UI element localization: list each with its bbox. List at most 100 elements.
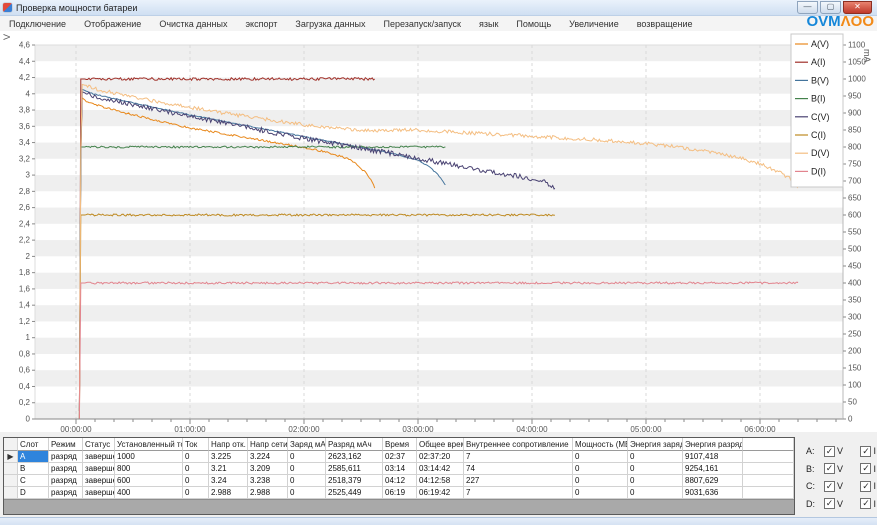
checkbox-d-v[interactable]: ✓ (824, 498, 835, 509)
cell-C-14[interactable]: 8807,629 (683, 475, 743, 487)
table-horizontal-scrollbar[interactable] (4, 499, 794, 514)
column-header-12[interactable]: Внутреннее сопротивление (464, 438, 573, 451)
checkbox-a-v[interactable]: ✓ (824, 446, 835, 457)
cell-C-12[interactable]: 0 (573, 475, 628, 487)
cell-A-14[interactable]: 9107,418 (683, 451, 743, 463)
column-header-14[interactable]: Энергия заряда (628, 438, 683, 451)
table-row-D[interactable]: Dразрядзаверше...40002.9882.98802525,449… (4, 487, 794, 499)
checkbox-b-v[interactable]: ✓ (824, 463, 835, 474)
cell-B-5[interactable]: 3.21 (209, 463, 248, 475)
cell-C-11[interactable]: 227 (464, 475, 573, 487)
cell-A-12[interactable]: 0 (573, 451, 628, 463)
checkbox-d-i[interactable]: ✓ (860, 498, 871, 509)
title-bar[interactable]: Проверка мощности батареи (0, 0, 877, 16)
cell-A-4[interactable]: 0 (183, 451, 209, 463)
menu-item-4[interactable]: экспорт (236, 19, 286, 29)
column-header-3[interactable]: Статус (83, 438, 115, 451)
column-header-10[interactable]: Время (383, 438, 417, 451)
cell-D-7[interactable]: 0 (288, 487, 326, 499)
cell-C-8[interactable]: 2518,379 (326, 475, 383, 487)
cell-C-7[interactable]: 0 (288, 475, 326, 487)
cell-C-13[interactable]: 0 (628, 475, 683, 487)
cell-D-4[interactable]: 0 (183, 487, 209, 499)
cell-C-9[interactable]: 04:12 (383, 475, 417, 487)
cell-B-9[interactable]: 03:14 (383, 463, 417, 475)
cell-C-1[interactable]: разряд (49, 475, 83, 487)
column-header-2[interactable]: Режим (49, 438, 83, 451)
cell-B-14[interactable]: 9254,161 (683, 463, 743, 475)
cell-C-6[interactable]: 3.238 (248, 475, 288, 487)
cell-A-10[interactable]: 02:37:20 (417, 451, 464, 463)
column-header-13[interactable]: Мощность (МВт) - (573, 438, 628, 451)
menu-item-2[interactable]: Отображение (75, 19, 150, 29)
column-header-15[interactable]: Энергия разряда (683, 438, 743, 451)
cell-A-5[interactable]: 3.225 (209, 451, 248, 463)
column-header-1[interactable]: Слот (18, 438, 49, 451)
menu-item-7[interactable]: язык (470, 19, 507, 29)
slot-cell-C[interactable]: C (18, 475, 49, 487)
table-row-C[interactable]: Cразрядзаверше...60003.243.23802518,3790… (4, 475, 794, 487)
menu-item-1[interactable]: Подключение (0, 19, 75, 29)
cell-B-1[interactable]: разряд (49, 463, 83, 475)
checkbox-c-i[interactable]: ✓ (860, 481, 871, 492)
cell-B-13[interactable]: 0 (628, 463, 683, 475)
cell-D-12[interactable]: 0 (573, 487, 628, 499)
column-header-5[interactable]: Ток (183, 438, 209, 451)
cell-D-13[interactable]: 0 (628, 487, 683, 499)
cell-A-2[interactable]: заверше... (83, 451, 115, 463)
checkbox-a-i[interactable]: ✓ (860, 446, 871, 457)
column-header-9[interactable]: Разряд мАч (326, 438, 383, 451)
cell-C-2[interactable]: заверше... (83, 475, 115, 487)
cell-A-7[interactable]: 0 (288, 451, 326, 463)
menu-item-6[interactable]: Перезапуск/запуск (374, 19, 469, 29)
checkbox-c-v[interactable]: ✓ (824, 481, 835, 492)
results-table[interactable]: СлотРежимСтатусУстановленный токТокНапр … (3, 437, 795, 515)
row-selector-D[interactable] (4, 487, 18, 499)
menu-item-8[interactable]: Помощь (507, 19, 560, 29)
cell-B-11[interactable]: 74 (464, 463, 573, 475)
menu-item-5[interactable]: Загрузка данных (286, 19, 374, 29)
cell-B-7[interactable]: 0 (288, 463, 326, 475)
cell-C-4[interactable]: 0 (183, 475, 209, 487)
column-header-11[interactable]: Общее время (417, 438, 464, 451)
cell-D-10[interactable]: 06:19:42 (417, 487, 464, 499)
row-selector-B[interactable] (4, 463, 18, 475)
column-header-6[interactable]: Напр отк. (209, 438, 248, 451)
cell-A-6[interactable]: 3.224 (248, 451, 288, 463)
cell-D-5[interactable]: 2.988 (209, 487, 248, 499)
slot-cell-D[interactable]: D (18, 487, 49, 499)
cell-A-8[interactable]: 2623,162 (326, 451, 383, 463)
cell-C-5[interactable]: 3.24 (209, 475, 248, 487)
cell-D-1[interactable]: разряд (49, 487, 83, 499)
column-header-8[interactable]: Заряд мАч (288, 438, 326, 451)
cell-D-2[interactable]: заверше... (83, 487, 115, 499)
cell-A-3[interactable]: 1000 (115, 451, 183, 463)
row-selector-A[interactable]: ▶ (4, 451, 18, 463)
menu-item-10[interactable]: возвращение (628, 19, 702, 29)
cell-D-9[interactable]: 06:19 (383, 487, 417, 499)
cell-C-10[interactable]: 04:12:58 (417, 475, 464, 487)
cell-B-3[interactable]: 800 (115, 463, 183, 475)
slot-cell-B[interactable]: B (18, 463, 49, 475)
cell-B-8[interactable]: 2585,611 (326, 463, 383, 475)
cell-D-14[interactable]: 9031,636 (683, 487, 743, 499)
cell-D-8[interactable]: 2525,449 (326, 487, 383, 499)
checkbox-b-i[interactable]: ✓ (860, 463, 871, 474)
cell-D-3[interactable]: 400 (115, 487, 183, 499)
column-header-7[interactable]: Напр сети (248, 438, 288, 451)
cell-D-6[interactable]: 2.988 (248, 487, 288, 499)
column-header-4[interactable]: Установленный ток (115, 438, 183, 451)
table-row-A[interactable]: ▶Aразрядзаверше...100003.2253.22402623,1… (4, 451, 794, 463)
slot-cell-A[interactable]: A (18, 451, 49, 463)
cell-A-9[interactable]: 02:37 (383, 451, 417, 463)
cell-C-3[interactable]: 600 (115, 475, 183, 487)
menu-item-3[interactable]: Очистка данных (150, 19, 236, 29)
menu-item-9[interactable]: Увеличение (560, 19, 628, 29)
cell-A-11[interactable]: 7 (464, 451, 573, 463)
cell-B-12[interactable]: 0 (573, 463, 628, 475)
cell-B-10[interactable]: 03:14:42 (417, 463, 464, 475)
cell-B-2[interactable]: заверше... (83, 463, 115, 475)
row-selector-C[interactable] (4, 475, 18, 487)
cell-B-4[interactable]: 0 (183, 463, 209, 475)
cell-A-13[interactable]: 0 (628, 451, 683, 463)
